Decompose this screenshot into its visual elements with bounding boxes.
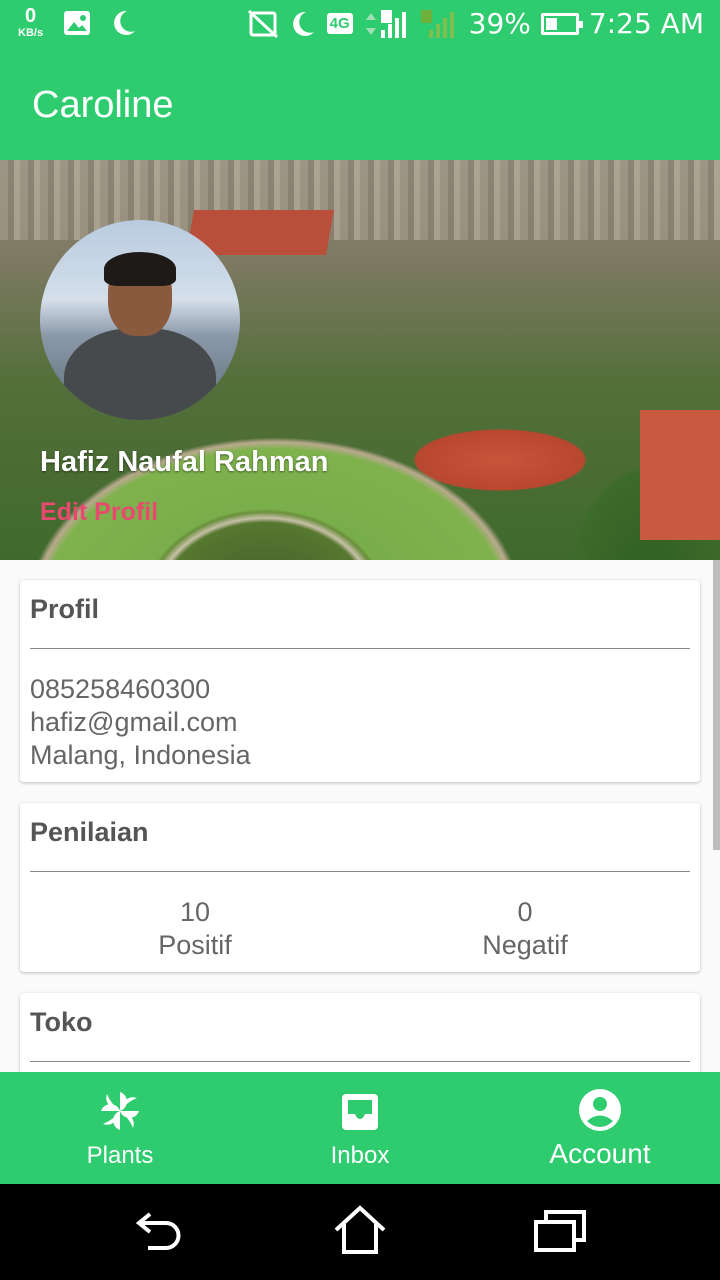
nav-inbox[interactable]: Inbox [240,1072,480,1184]
negative-rating-label: Negatif [482,930,568,960]
cover-roof-shape-right [640,410,720,540]
scrollbar[interactable] [713,560,720,850]
battery-percent: 39% [468,7,531,40]
negative-rating: 0 Negatif [375,897,675,961]
moon-icon [114,10,136,35]
positive-rating-value: 10 [179,897,211,927]
positive-rating-label: Positif [158,930,232,960]
battery-fill [545,17,557,30]
nav-account-label: Account [549,1138,651,1169]
inbox-icon [342,1094,378,1130]
image-icon [64,10,91,35]
edit-profile-link[interactable]: Edit Profil [40,498,158,527]
positive-rating: 10 Positif [45,897,345,961]
network-type-badge: 4G [326,13,353,34]
account-icon [579,1089,621,1131]
pinwheel-icon [101,1092,139,1130]
penilaian-card: Penilaian 10 Positif 0 Negatif [20,803,700,972]
bottom-navigation: Plants Inbox Account [0,1072,720,1184]
moon-icon-right [292,11,314,36]
profile-name: Hafiz Naufal Rahman [40,446,329,478]
avatar-hair-shape [104,252,176,286]
signal-strength-icon [365,9,406,38]
clock: 7:25 AM [588,7,704,40]
app-bar: Caroline [0,50,720,160]
profil-card: Profil 085258460300 hafiz@gmail.com Mala… [20,580,700,782]
email-address: hafiz@gmail.com [30,707,238,737]
status-bar: 0 KB/s 4G 39% 7:25 AM [0,0,720,50]
network-speed: 0 KB/s [18,6,43,39]
network-speed-unit: KB/s [18,27,44,39]
home-icon[interactable] [332,1204,388,1256]
no-sim-icon [247,9,278,38]
battery-icon [540,12,583,35]
network-speed-value: 0 [24,5,37,27]
nav-account[interactable]: Account [480,1072,720,1184]
avatar[interactable] [40,220,240,420]
system-navigation-bar [0,1184,720,1280]
app-title: Caroline [32,84,174,126]
divider [30,648,690,649]
avatar-body-shape [64,328,216,420]
signal-strength-sim2-icon [420,9,454,38]
nav-plants-label: Plants [86,1142,154,1169]
back-icon[interactable] [134,1208,186,1254]
nav-plants[interactable]: Plants [0,1072,240,1184]
location: Malang, Indonesia [30,740,251,770]
toko-card-title: Toko [30,1007,93,1037]
negative-rating-value: 0 [517,897,533,927]
profil-card-title: Profil [30,594,100,624]
recent-apps-icon[interactable] [532,1208,588,1254]
nav-inbox-label: Inbox [330,1142,390,1169]
phone-number: 085258460300 [30,674,211,704]
penilaian-card-title: Penilaian [30,817,149,847]
divider [30,871,690,872]
divider [30,1061,690,1062]
